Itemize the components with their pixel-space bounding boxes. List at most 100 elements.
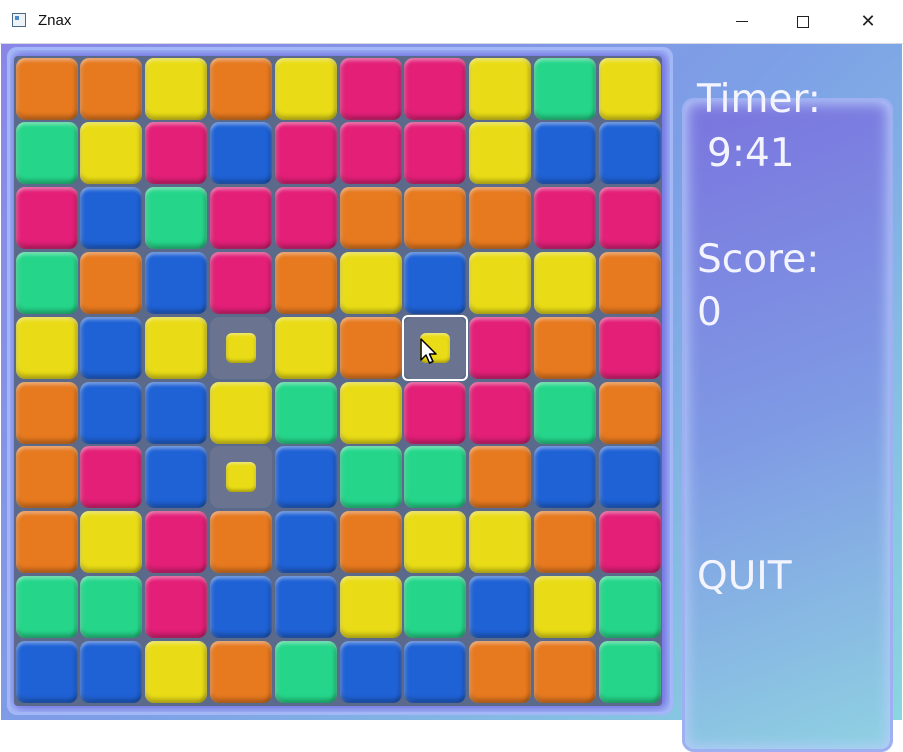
tile[interactable] bbox=[80, 251, 143, 314]
tile[interactable] bbox=[274, 575, 337, 638]
tile[interactable] bbox=[145, 575, 208, 638]
minimize-button[interactable] bbox=[719, 0, 765, 43]
tile[interactable] bbox=[209, 511, 272, 574]
tile[interactable] bbox=[469, 316, 532, 379]
quit-button[interactable]: QUIT bbox=[697, 557, 792, 596]
tile[interactable] bbox=[145, 122, 208, 185]
tile[interactable] bbox=[80, 122, 143, 185]
tile[interactable] bbox=[274, 446, 337, 509]
tile[interactable] bbox=[598, 640, 661, 703]
tile[interactable] bbox=[533, 575, 596, 638]
tile[interactable] bbox=[15, 381, 78, 444]
tile[interactable] bbox=[598, 122, 661, 185]
tile[interactable] bbox=[339, 640, 402, 703]
tile[interactable] bbox=[404, 122, 467, 185]
tile[interactable] bbox=[339, 575, 402, 638]
tile[interactable] bbox=[533, 381, 596, 444]
tile[interactable] bbox=[339, 316, 402, 379]
tile[interactable] bbox=[209, 575, 272, 638]
tile[interactable] bbox=[404, 187, 467, 250]
tile[interactable] bbox=[404, 446, 467, 509]
tile[interactable] bbox=[404, 640, 467, 703]
tile[interactable] bbox=[145, 446, 208, 509]
tile[interactable] bbox=[209, 251, 272, 314]
tile[interactable] bbox=[15, 640, 78, 703]
tile[interactable] bbox=[469, 640, 532, 703]
tile[interactable] bbox=[80, 187, 143, 250]
tile[interactable] bbox=[15, 122, 78, 185]
tile[interactable] bbox=[533, 251, 596, 314]
tile[interactable] bbox=[80, 575, 143, 638]
tile[interactable] bbox=[404, 251, 467, 314]
tile[interactable] bbox=[80, 640, 143, 703]
tile[interactable] bbox=[404, 575, 467, 638]
tile[interactable] bbox=[145, 511, 208, 574]
tile[interactable] bbox=[598, 575, 661, 638]
tile[interactable] bbox=[80, 316, 143, 379]
tile[interactable] bbox=[339, 251, 402, 314]
tile[interactable] bbox=[598, 316, 661, 379]
tile[interactable] bbox=[598, 251, 661, 314]
tile[interactable] bbox=[15, 511, 78, 574]
tile[interactable] bbox=[209, 381, 272, 444]
tile[interactable] bbox=[404, 381, 467, 444]
tile[interactable] bbox=[274, 122, 337, 185]
maximize-button[interactable] bbox=[780, 0, 826, 43]
tile[interactable] bbox=[533, 57, 596, 120]
tile[interactable] bbox=[274, 57, 337, 120]
tile[interactable] bbox=[145, 381, 208, 444]
tile[interactable] bbox=[469, 575, 532, 638]
tile[interactable] bbox=[209, 57, 272, 120]
tile[interactable] bbox=[533, 187, 596, 250]
tile[interactable] bbox=[274, 381, 337, 444]
tile[interactable] bbox=[339, 511, 402, 574]
tile[interactable] bbox=[209, 187, 272, 250]
tile[interactable] bbox=[469, 446, 532, 509]
tile[interactable] bbox=[274, 251, 337, 314]
tile[interactable] bbox=[598, 57, 661, 120]
tile[interactable] bbox=[15, 446, 78, 509]
tile[interactable] bbox=[274, 511, 337, 574]
tile[interactable] bbox=[339, 187, 402, 250]
tile[interactable] bbox=[15, 251, 78, 314]
tile[interactable] bbox=[469, 57, 532, 120]
tile[interactable] bbox=[209, 122, 272, 185]
tile[interactable] bbox=[598, 187, 661, 250]
tile[interactable] bbox=[274, 640, 337, 703]
tile[interactable] bbox=[598, 381, 661, 444]
tile[interactable] bbox=[469, 511, 532, 574]
tile[interactable] bbox=[145, 640, 208, 703]
tile[interactable] bbox=[598, 511, 661, 574]
tile[interactable] bbox=[339, 57, 402, 120]
tile[interactable] bbox=[469, 187, 532, 250]
tile[interactable] bbox=[274, 187, 337, 250]
tile[interactable] bbox=[404, 57, 467, 120]
tile[interactable] bbox=[15, 575, 78, 638]
close-button[interactable]: ✕ bbox=[845, 0, 891, 43]
tile[interactable] bbox=[469, 122, 532, 185]
game-board[interactable] bbox=[14, 56, 662, 706]
tile[interactable] bbox=[533, 640, 596, 703]
tile[interactable] bbox=[404, 511, 467, 574]
tile[interactable] bbox=[80, 57, 143, 120]
tile[interactable] bbox=[533, 446, 596, 509]
tile[interactable] bbox=[80, 446, 143, 509]
tile[interactable] bbox=[145, 187, 208, 250]
tile[interactable] bbox=[469, 381, 532, 444]
tile[interactable] bbox=[209, 640, 272, 703]
tile[interactable] bbox=[339, 122, 402, 185]
tile[interactable] bbox=[15, 57, 78, 120]
tile[interactable] bbox=[598, 446, 661, 509]
tile[interactable] bbox=[80, 381, 143, 444]
tile[interactable] bbox=[533, 122, 596, 185]
tile[interactable] bbox=[145, 251, 208, 314]
tile[interactable] bbox=[274, 316, 337, 379]
tile[interactable] bbox=[145, 316, 208, 379]
tile[interactable] bbox=[80, 511, 143, 574]
tile[interactable] bbox=[339, 381, 402, 444]
tile[interactable] bbox=[469, 251, 532, 314]
tile[interactable] bbox=[15, 187, 78, 250]
tile[interactable] bbox=[339, 446, 402, 509]
selected-tile[interactable] bbox=[209, 316, 272, 379]
tile[interactable] bbox=[533, 316, 596, 379]
